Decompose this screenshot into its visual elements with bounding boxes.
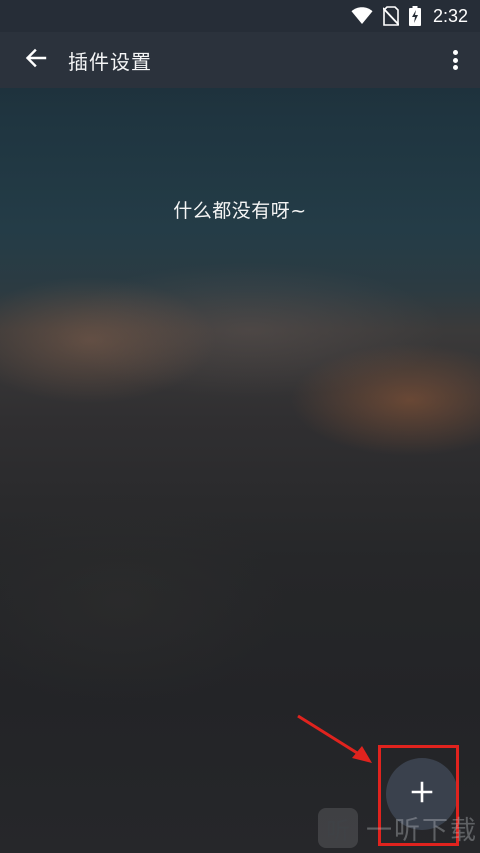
- status-bar: 2:32: [0, 0, 480, 32]
- battery-charging-icon: [408, 6, 421, 26]
- watermark-logo: 听: [318, 808, 358, 848]
- empty-state-message: 什么都没有呀~: [173, 200, 307, 222]
- page-title: 插件设置: [68, 49, 152, 74]
- more-options-button[interactable]: [450, 46, 460, 74]
- back-arrow-icon: [24, 46, 48, 74]
- plus-icon: [411, 781, 433, 807]
- more-vert-icon: [452, 57, 458, 63]
- status-time: 2:32: [432, 5, 468, 26]
- no-sim-icon: [382, 6, 399, 26]
- blurred-background: [0, 0, 480, 853]
- app-bar: 插件设置: [0, 32, 480, 88]
- wifi-icon: [351, 7, 373, 25]
- back-button[interactable]: [0, 32, 72, 88]
- watermark: 听 一听下载: [318, 806, 478, 850]
- more-vert-icon: [452, 50, 458, 55]
- watermark-text: 一听下载: [366, 815, 479, 846]
- more-vert-icon: [452, 65, 458, 70]
